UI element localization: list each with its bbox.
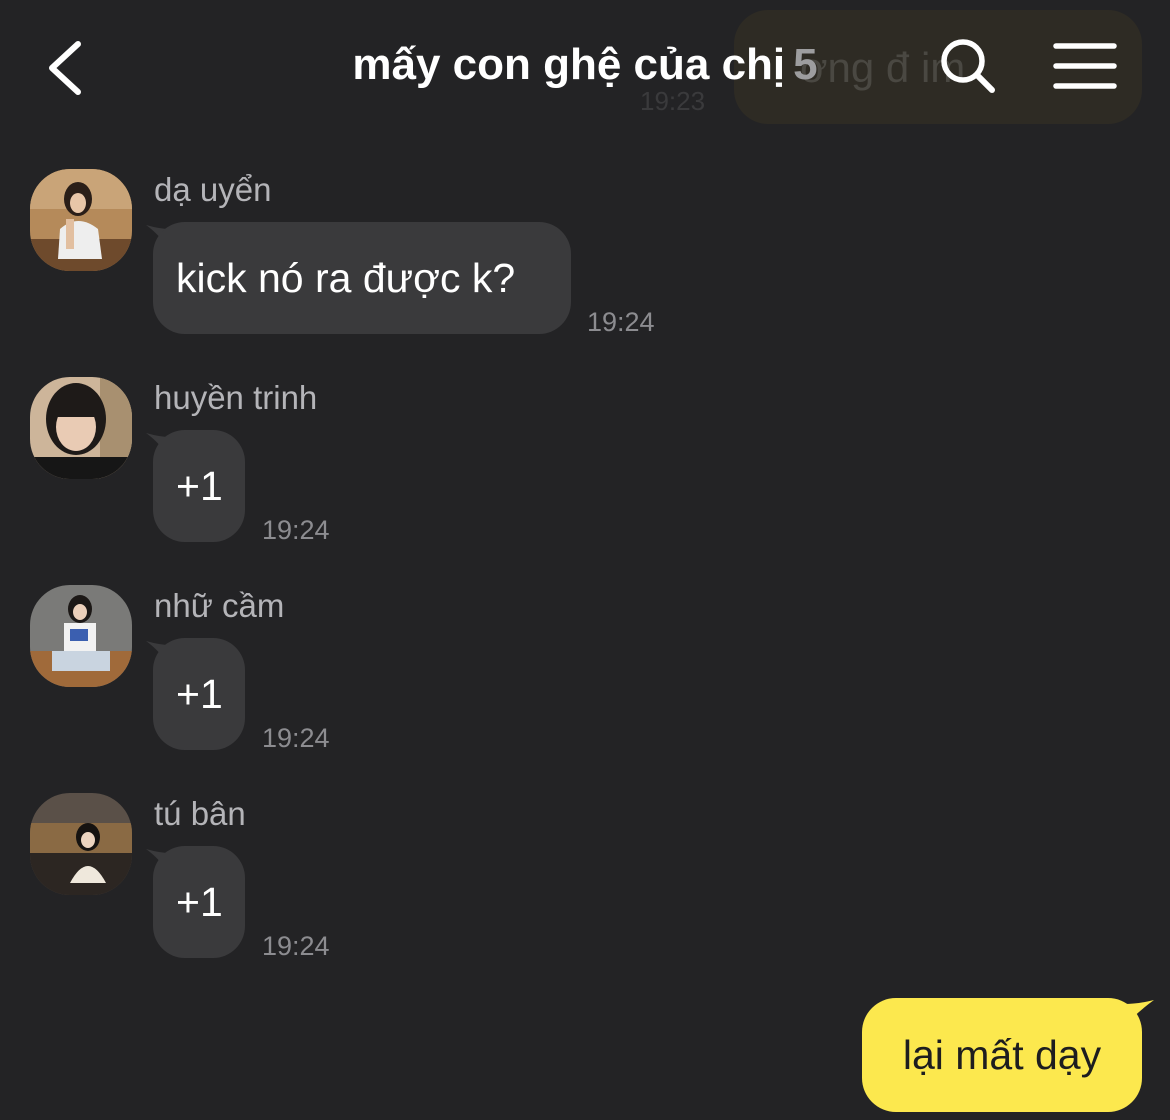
search-button[interactable]	[936, 34, 1000, 98]
message-text: +1	[176, 463, 223, 509]
menu-button[interactable]	[1052, 40, 1118, 92]
message-time: 19:24	[587, 307, 655, 337]
sender-name: huyền trinh	[154, 379, 318, 416]
message-bubble[interactable]: kick nó ra được k?	[153, 222, 571, 334]
search-icon	[941, 39, 995, 93]
avatar-photo	[30, 793, 132, 895]
message-text: +1	[176, 879, 223, 925]
menu-icon	[1053, 43, 1117, 89]
avatar-photo	[30, 585, 132, 687]
avatar[interactable]	[30, 377, 132, 479]
avatar-photo	[30, 377, 132, 479]
sender-name: tú bân	[154, 795, 246, 832]
sender-name: dạ uyển	[154, 171, 272, 208]
group-name: mấy con ghệ của chị	[352, 40, 786, 89]
avatar[interactable]	[30, 169, 132, 271]
sender-name: nhữ cầm	[154, 587, 285, 624]
avatar[interactable]	[30, 793, 132, 895]
message-bubble[interactable]: +1	[153, 846, 245, 958]
chat-screen: ơng đ im 19:23 mấy con ghệ của chị 5 dạ …	[0, 0, 1170, 1120]
my-message-bubble[interactable]: lại mất dạy	[862, 998, 1142, 1112]
message-bubble[interactable]: +1	[153, 430, 245, 542]
my-message-text: lại mất dạy	[902, 1032, 1102, 1078]
message-text: kick nó ra được k?	[176, 255, 516, 301]
faded-preview-time: 19:23	[640, 86, 706, 116]
avatar-photo	[30, 169, 132, 271]
message-time: 19:24	[262, 515, 330, 545]
message-time: 19:24	[262, 723, 330, 753]
message-time: 19:24	[262, 931, 330, 961]
message-text: +1	[176, 671, 223, 717]
member-count: 5	[793, 40, 818, 89]
avatar[interactable]	[30, 585, 132, 687]
message-bubble[interactable]: +1	[153, 638, 245, 750]
